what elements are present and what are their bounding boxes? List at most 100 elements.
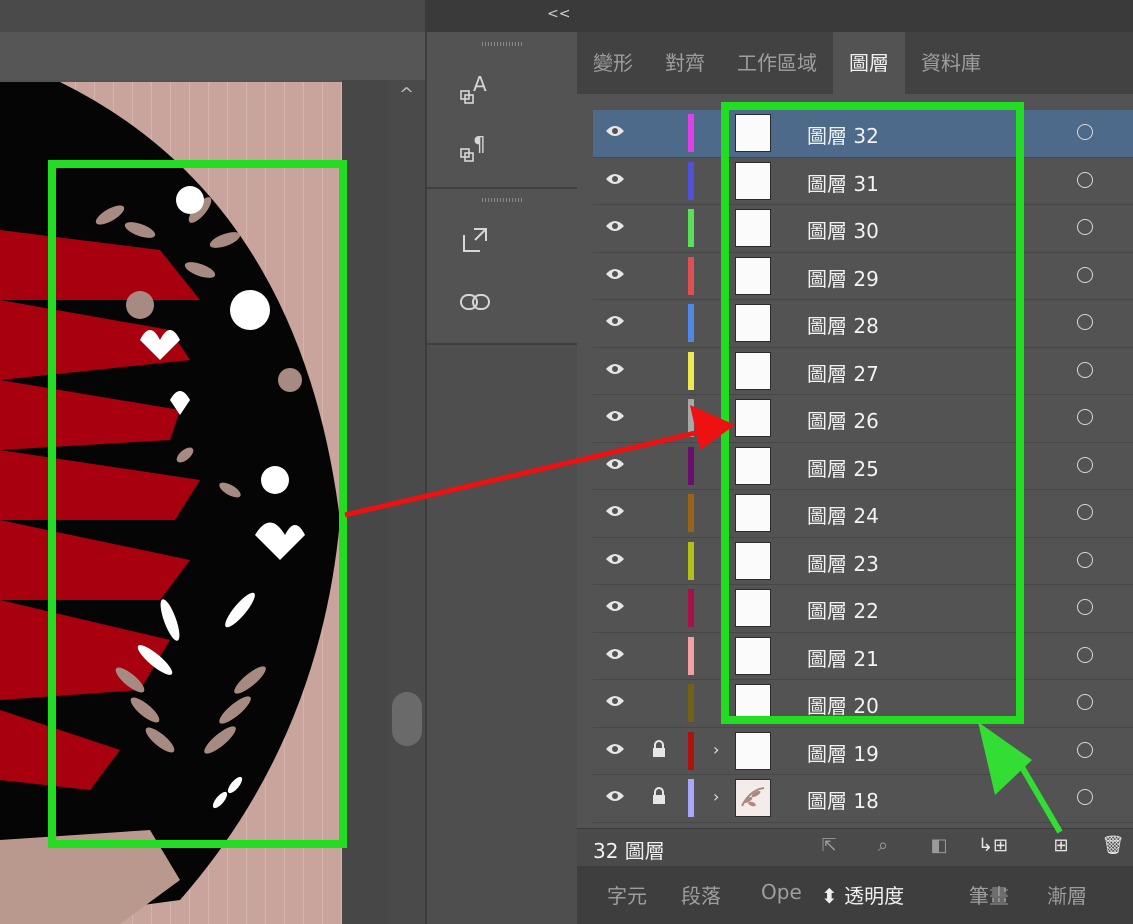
layer-target-circle-icon[interactable] xyxy=(1077,266,1093,283)
layer-color-swatch xyxy=(688,731,694,770)
layer-row[interactable]: 圖層 25 xyxy=(593,442,1133,490)
dock-grip[interactable] xyxy=(482,42,522,46)
visibility-eye-icon[interactable] xyxy=(605,361,625,381)
layer-thumbnail xyxy=(735,446,771,485)
dock-grip-2[interactable] xyxy=(482,198,522,202)
layer-row[interactable]: 圖層 26 xyxy=(593,395,1133,443)
layer-color-swatch xyxy=(688,256,694,295)
layer-target-circle-icon[interactable] xyxy=(1077,171,1093,188)
character-styles-icon[interactable]: A xyxy=(455,70,495,110)
visibility-eye-icon[interactable] xyxy=(605,218,625,238)
artwork xyxy=(0,82,340,924)
layer-row[interactable]: 圖層 27 xyxy=(593,347,1133,395)
visibility-eye-icon[interactable] xyxy=(605,693,625,713)
visibility-eye-icon[interactable] xyxy=(605,503,625,523)
document-canvas[interactable]: ^ xyxy=(0,0,425,924)
layer-row[interactable]: 圖層 24 xyxy=(593,490,1133,538)
visibility-eye-icon[interactable] xyxy=(605,123,625,143)
layer-row[interactable]: 圖層 20 xyxy=(593,680,1133,728)
new-layer-icon[interactable]: ⊞ xyxy=(1047,835,1075,861)
layer-name: 圖層 23 xyxy=(807,551,879,576)
layer-row[interactable]: 圖層 30 xyxy=(593,205,1133,253)
layer-color-swatch xyxy=(688,446,694,485)
layer-thumbnail xyxy=(735,589,771,627)
export-icon[interactable] xyxy=(455,220,495,260)
layer-row[interactable] xyxy=(593,822,1133,824)
layer-row[interactable]: 圖層 31 xyxy=(593,157,1133,205)
lock-icon[interactable] xyxy=(651,739,671,760)
scroll-up-arrow-icon[interactable]: ^ xyxy=(388,80,425,110)
layer-name: 圖層 22 xyxy=(807,599,879,623)
layer-color-swatch xyxy=(688,351,694,390)
layer-target-circle-icon[interactable] xyxy=(1077,741,1093,758)
scroll-thumb[interactable] xyxy=(392,692,422,746)
visibility-eye-icon[interactable] xyxy=(605,598,625,618)
lock-icon[interactable] xyxy=(651,787,671,807)
layer-name: 圖層 30 xyxy=(807,219,879,243)
layer-color-swatch xyxy=(688,161,694,200)
layer-thumbnail xyxy=(735,161,771,200)
collapse-panels-icon[interactable]: << xyxy=(547,6,570,22)
layer-row[interactable]: › 圖層 18 xyxy=(593,775,1133,823)
ribbon-shape xyxy=(0,830,180,924)
layer-target-circle-icon[interactable] xyxy=(1077,694,1093,710)
tab-character[interactable]: 字元 xyxy=(607,880,647,909)
svg-text:¶: ¶ xyxy=(473,132,486,156)
layer-row[interactable]: 圖層 23 xyxy=(593,537,1133,585)
layer-target-circle-icon[interactable] xyxy=(1077,551,1093,568)
layer-target-circle-icon[interactable] xyxy=(1077,124,1093,140)
layer-row[interactable]: 圖層 29 xyxy=(593,252,1133,300)
tab-libraries[interactable]: 資料庫 xyxy=(905,32,997,94)
tab-gradient[interactable]: 漸層 xyxy=(1047,880,1087,909)
visibility-eye-icon[interactable] xyxy=(605,313,625,333)
expand-chevron-icon[interactable]: › xyxy=(713,787,719,806)
tab-layers[interactable]: 圖層 xyxy=(833,32,905,94)
collapsed-panel-dock: << A ¶ xyxy=(427,0,1133,924)
visibility-eye-icon[interactable] xyxy=(605,266,625,286)
visibility-eye-icon[interactable] xyxy=(605,171,625,191)
layer-name: 圖層 32 xyxy=(807,124,879,148)
layer-row[interactable]: › 圖層 19 xyxy=(593,727,1133,775)
layer-row[interactable]: 圖層 28 xyxy=(593,300,1133,348)
layer-list[interactable]: 圖層 32 圖層 31 圖層 30 圖層 29 圖層 28 圖層 27 圖層 26 圖層 25… xyxy=(593,110,1133,824)
layer-target-circle-icon[interactable] xyxy=(1077,599,1093,615)
visibility-eye-icon[interactable] xyxy=(605,646,625,666)
expand-chevron-icon[interactable]: › xyxy=(713,740,719,759)
export-to-screen-icon[interactable]: ⇱ xyxy=(815,835,843,861)
tab-transparency[interactable]: ⬍ 透明度 xyxy=(821,880,904,909)
layer-name: 圖層 25 xyxy=(807,456,879,481)
layer-target-circle-icon[interactable] xyxy=(1077,646,1093,663)
visibility-eye-icon[interactable] xyxy=(605,741,625,761)
layer-row[interactable]: 圖層 22 xyxy=(593,585,1133,633)
delete-layer-icon[interactable]: 🗑 xyxy=(1099,835,1127,861)
layer-target-circle-icon[interactable] xyxy=(1077,456,1093,473)
artboard[interactable] xyxy=(0,82,342,924)
tab-stroke[interactable]: 筆畫 xyxy=(969,880,1009,909)
tab-paragraph[interactable]: 段落 xyxy=(681,880,721,909)
vertical-scrollbar[interactable]: ^ xyxy=(388,80,425,924)
tab-transform[interactable]: 變形 xyxy=(577,32,649,94)
visibility-eye-icon[interactable] xyxy=(605,551,625,571)
links-icon[interactable] xyxy=(455,282,495,322)
create-sublayer-icon[interactable]: ↳⊞ xyxy=(975,835,1011,861)
locate-object-icon[interactable]: ⌕ xyxy=(869,835,897,861)
layer-target-circle-icon[interactable] xyxy=(1077,504,1093,520)
layer-target-circle-icon[interactable] xyxy=(1077,219,1093,235)
tab-align[interactable]: 對齊 xyxy=(649,32,721,94)
svg-text:A: A xyxy=(473,73,487,96)
clipping-mask-icon[interactable]: ◧ xyxy=(925,835,953,861)
visibility-eye-icon[interactable] xyxy=(605,788,625,808)
tab-opentype[interactable]: Ope xyxy=(761,880,802,904)
canvas-top-bar xyxy=(0,0,425,32)
layer-target-circle-icon[interactable] xyxy=(1077,789,1093,805)
paragraph-styles-icon[interactable]: ¶ xyxy=(455,128,495,168)
layer-target-circle-icon[interactable] xyxy=(1077,314,1093,330)
tab-artboards[interactable]: 工作區域 xyxy=(721,32,833,94)
visibility-eye-icon[interactable] xyxy=(605,408,625,428)
visibility-eye-icon[interactable] xyxy=(605,456,625,476)
layer-row[interactable]: 圖層 32 xyxy=(593,110,1133,158)
layer-target-circle-icon[interactable] xyxy=(1077,361,1093,378)
layer-row[interactable]: 圖層 21 xyxy=(593,632,1133,680)
layer-name: 圖層 19 xyxy=(807,741,879,766)
layer-target-circle-icon[interactable] xyxy=(1077,409,1093,425)
